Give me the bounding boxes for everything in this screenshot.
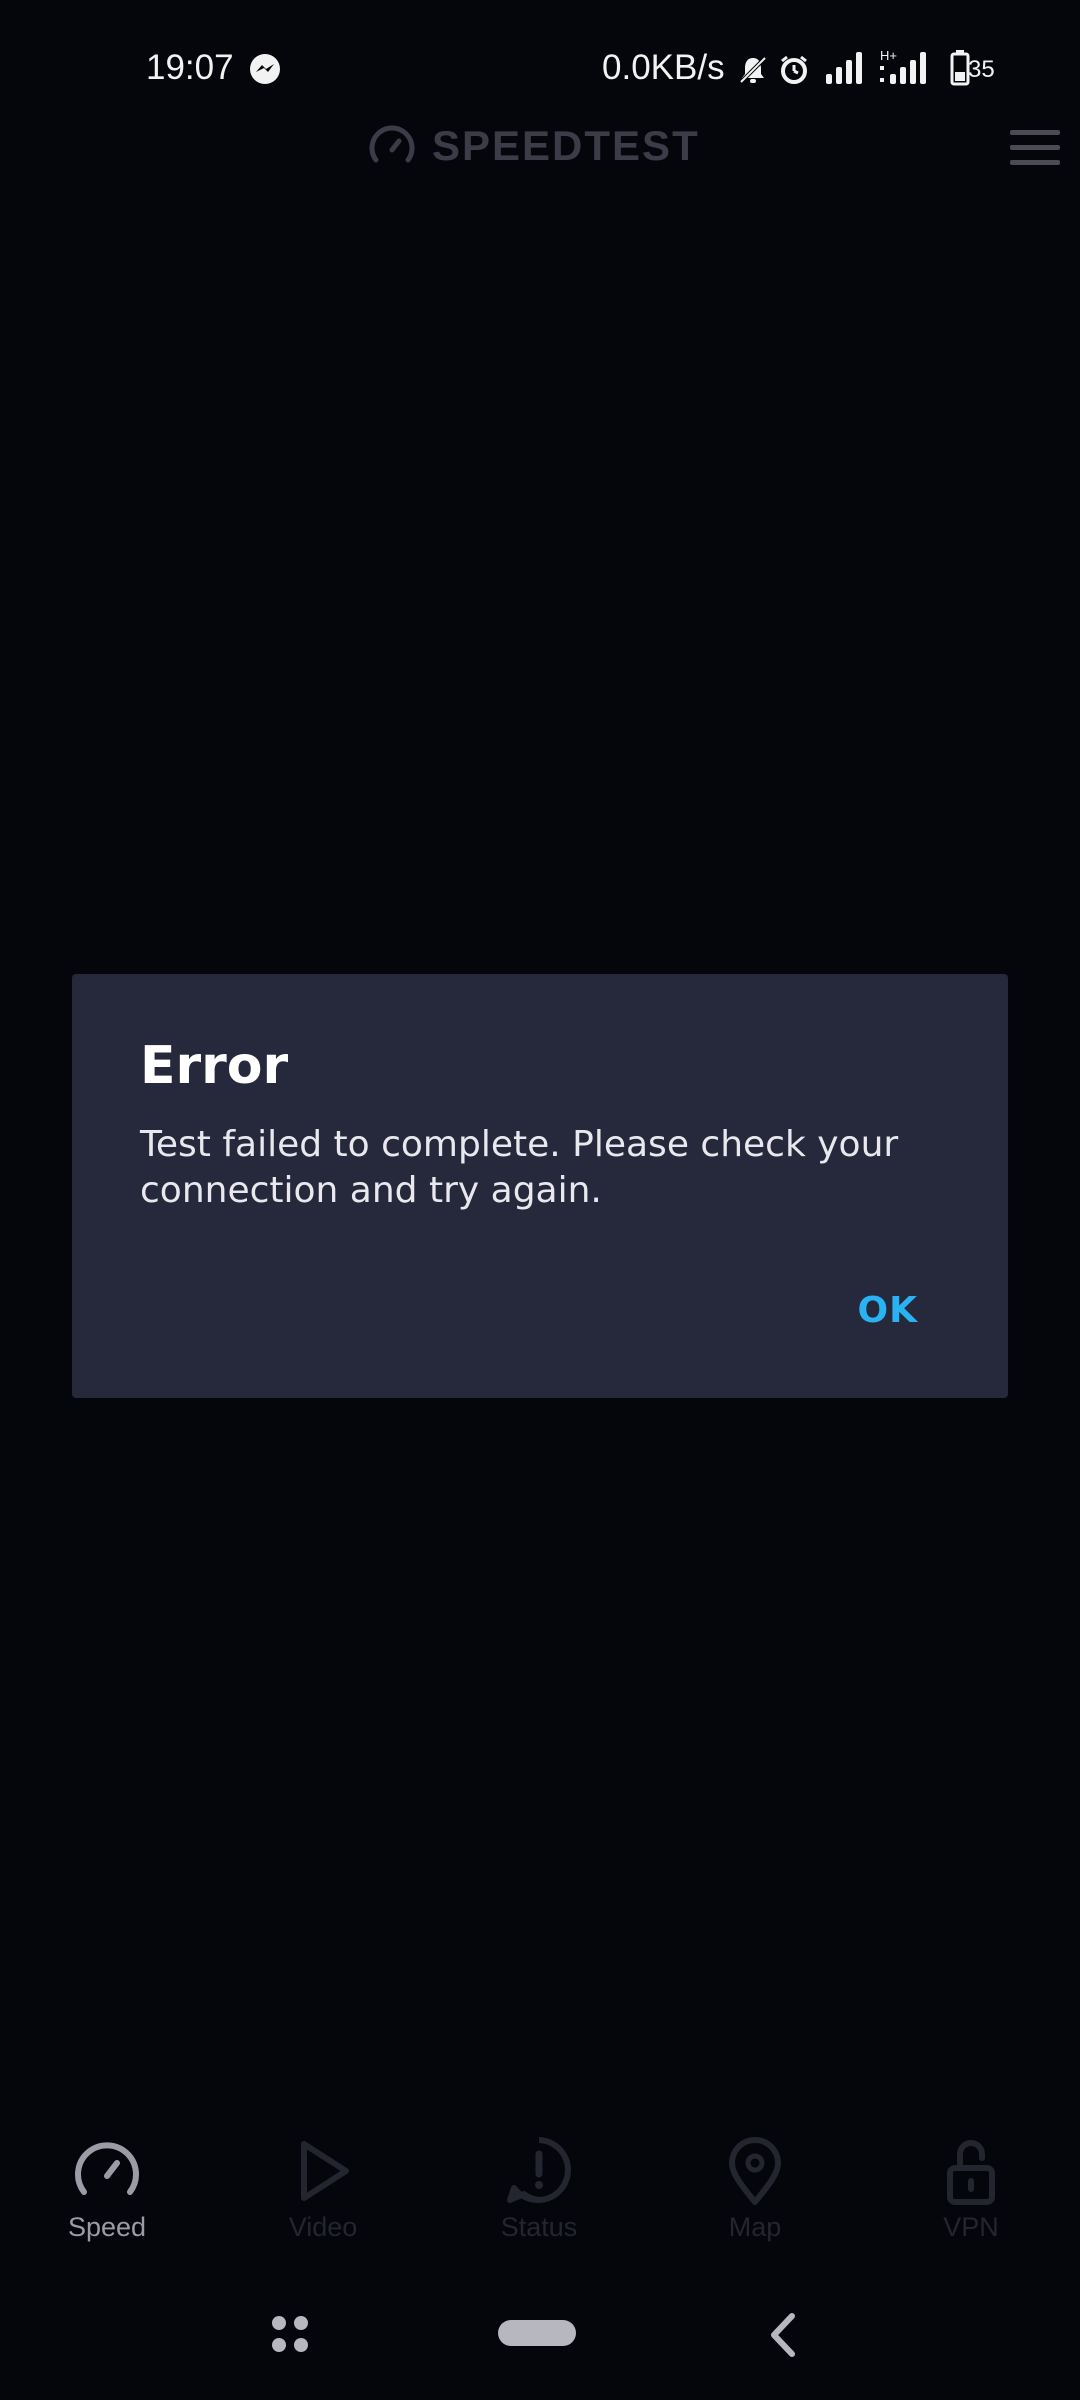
back-icon[interactable]	[766, 2312, 800, 2358]
system-nav-bar	[0, 2290, 1080, 2380]
nav-item-vpn[interactable]: VPN	[881, 2120, 1061, 2260]
nav-label: Status	[500, 2212, 578, 2242]
battery-icon	[950, 50, 970, 86]
speedometer-icon	[75, 2142, 139, 2195]
status-bar: 19:07 0.0KB/s H+ 35	[0, 0, 1080, 140]
alarm-icon	[781, 55, 807, 84]
nav-label: VPN	[943, 2212, 999, 2242]
svg-text:H+: H+	[880, 48, 897, 63]
dialog-title: Error	[140, 1036, 289, 1096]
app-title: SPEEDTEST	[432, 122, 700, 169]
speedtest-logo-icon	[369, 125, 415, 163]
map-pin-icon	[729, 2137, 781, 2205]
status-alert-icon	[507, 2137, 571, 2203]
dialog-message: Test failed to complete. Please check yo…	[140, 1124, 899, 1211]
messenger-icon	[250, 54, 280, 84]
nav-item-status[interactable]: Status	[449, 2120, 629, 2260]
hamburger-menu-icon[interactable]	[1010, 128, 1060, 168]
mute-icon	[739, 56, 767, 84]
error-dialog: Error Test failed to complete. Please ch…	[72, 974, 1008, 1398]
h-plus-signal-icon: H+	[880, 48, 926, 84]
signal-icon	[826, 52, 862, 84]
ok-button[interactable]: OK	[858, 1290, 919, 1331]
battery-level: 35	[968, 56, 995, 83]
home-pill-icon[interactable]	[498, 2320, 576, 2348]
nav-item-speed[interactable]: Speed	[17, 2120, 197, 2260]
nav-label: Video	[288, 2212, 358, 2242]
bottom-nav: Speed Video Status Map VPN	[0, 2120, 1080, 2260]
screen: 19:07 0.0KB/s H+ 35 SPEEDTEST Error Test…	[0, 0, 1080, 2400]
status-network-speed: 0.0KB/s	[602, 48, 725, 87]
play-icon	[301, 2141, 349, 2201]
nav-label: Map	[728, 2212, 782, 2242]
nav-item-video[interactable]: Video	[233, 2120, 413, 2260]
nav-item-map[interactable]: Map	[665, 2120, 845, 2260]
recent-apps-icon[interactable]	[270, 2314, 310, 2354]
status-time: 19:07	[146, 48, 234, 87]
unlock-icon	[947, 2140, 995, 2205]
nav-label: Speed	[67, 2212, 147, 2242]
